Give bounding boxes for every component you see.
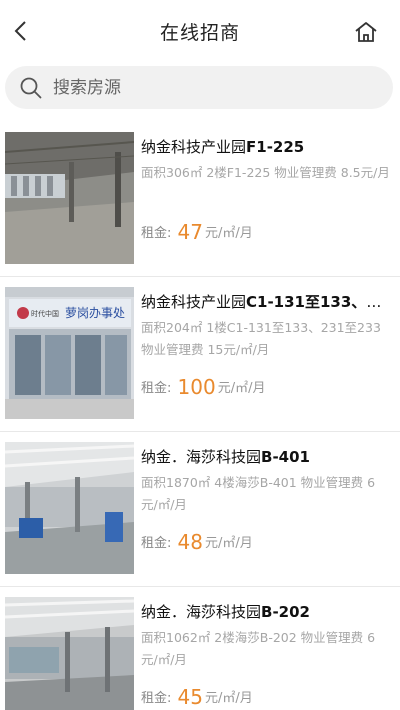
listing-photo — [5, 132, 134, 264]
listing-title: 纳金科技产业园C1-131至133、231至233 — [141, 293, 391, 311]
search-bar[interactable] — [5, 66, 393, 109]
listing-title: 纳金．海莎科技园B-202 — [141, 603, 310, 621]
listing-description: 面积306㎡ 2楼F1-225 物业管理费 8.5元/月 — [141, 165, 390, 180]
listing-price: 100 — [177, 375, 216, 399]
listing-card[interactable]: 纳金．海莎科技园B-202 面积1062㎡ 2楼海莎B-202 物业管理费 6元… — [0, 587, 400, 710]
page-title: 在线招商 — [159, 22, 240, 44]
listing-rent: 租金: 48 元/㎡/月 — [141, 530, 253, 554]
office-sign-text: 萝岗办事处 — [65, 305, 125, 320]
listing-price: 48 — [177, 530, 203, 554]
listing-price: 45 — [177, 685, 203, 709]
listing-photo: 时代中国 萝岗办事处 — [5, 287, 134, 419]
listing-price: 47 — [177, 220, 203, 244]
home-icon — [355, 22, 377, 42]
search-input[interactable] — [53, 77, 353, 98]
header: 在线招商 — [0, 0, 400, 62]
listing-card[interactable]: 时代中国 萝岗办事处 纳金科技产业园C1-131至133、231至233 面积2… — [0, 277, 400, 432]
listing-card[interactable]: 纳金．海莎科技园B-401 面积1870㎡ 4楼海莎B-401 物业管理费 6元… — [0, 432, 400, 587]
listing-rent: 租金: 47 元/㎡/月 — [141, 220, 253, 244]
listing-title: 纳金．海莎科技园B-401 — [141, 448, 310, 466]
search-icon — [20, 77, 42, 98]
listing-rent: 租金: 45 元/㎡/月 — [141, 685, 253, 709]
listing-photo — [5, 442, 134, 574]
listing-description: 面积204㎡ 1楼C1-131至133、231至233 物业管理费 15元/㎡/… — [141, 320, 381, 357]
logo-text: 时代中国 — [31, 309, 59, 318]
listing-rent: 租金: 100 元/㎡/月 — [141, 375, 266, 399]
listing-title: 纳金科技产业园F1-225 — [141, 138, 305, 156]
listing-photo — [5, 597, 134, 710]
listing-description: 面积1062㎡ 2楼海莎B-202 物业管理费 6元/㎡/月 — [141, 630, 376, 667]
listing-card[interactable]: 纳金科技产业园F1-225 面积306㎡ 2楼F1-225 物业管理费 8.5元… — [0, 122, 400, 277]
listing-description: 面积1870㎡ 4楼海莎B-401 物业管理费 6元/㎡/月 — [141, 475, 376, 512]
home-button[interactable] — [354, 20, 378, 44]
